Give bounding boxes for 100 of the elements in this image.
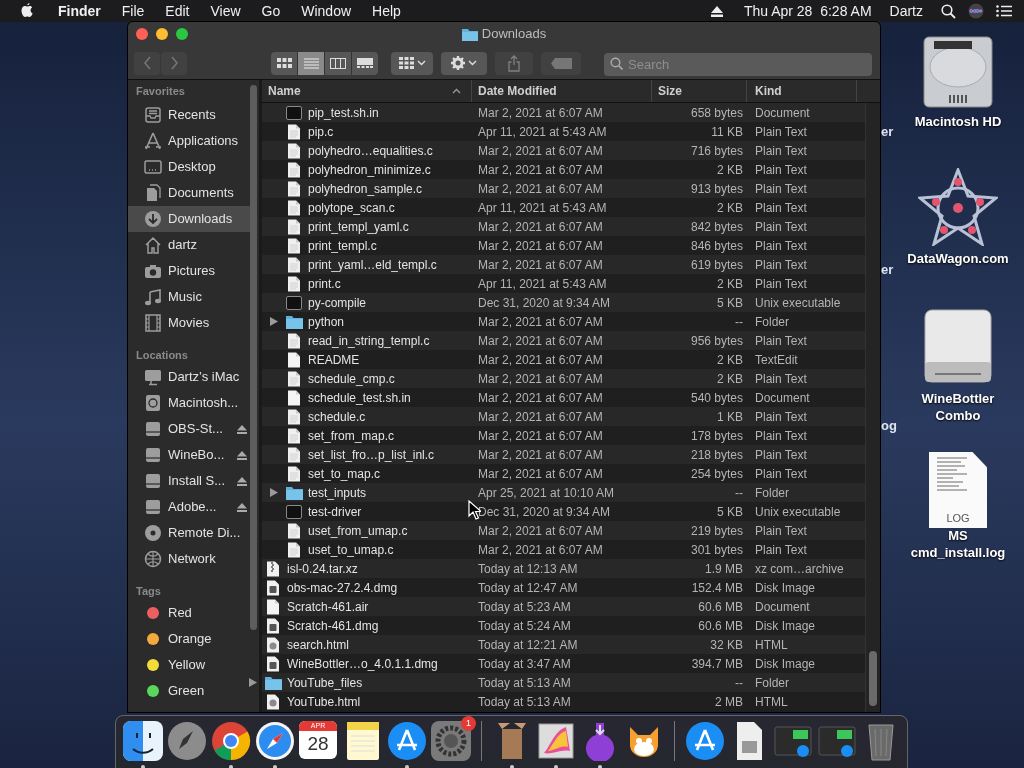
- file-size: 2 KB: [717, 352, 743, 367]
- tag-dot: [144, 630, 162, 648]
- menu-item[interactable]: Finder: [58, 0, 101, 22]
- icon-view-button[interactable]: [271, 51, 297, 75]
- file-name: print_templ.c: [308, 237, 377, 255]
- sidebar-item[interactable]: dartz: [128, 232, 259, 258]
- file-row[interactable]: Scratch-461.air Today at 5:23 AM 60.6 MB Document: [262, 597, 865, 616]
- drive-icon: [144, 472, 162, 490]
- file-row[interactable]: uset_from_umap.c Mar 2, 2021 at 6:07 AM 219 bytes Plain Text: [262, 521, 865, 540]
- user-name[interactable]: Dartz: [889, 0, 923, 22]
- menu-item[interactable]: Go: [261, 0, 281, 22]
- share-icon: [508, 54, 520, 72]
- sidebar-item[interactable]: Adobe...: [128, 494, 259, 520]
- desktop-icon-label[interactable]: WineBottler Combo: [903, 390, 1013, 424]
- tray-icon: [144, 106, 162, 124]
- sidebar-item[interactable]: Recents: [128, 102, 259, 128]
- file-row[interactable]: schedule_cmp.c Mar 2, 2021 at 6:07 AM 2 KB Plain Text: [262, 369, 865, 388]
- minimize-button[interactable]: [156, 28, 168, 40]
- clock[interactable]: Thu Apr 28 6:28 AM: [743, 0, 872, 22]
- eject-icon[interactable]: [237, 476, 247, 486]
- file-row[interactable]: print_yaml…eld_templ.c Mar 2, 2021 at 6:07 AM 619 bytes Plain Text: [262, 255, 865, 274]
- sidebar-item[interactable]: Movies: [128, 310, 259, 336]
- sidebar-item[interactable]: Music: [128, 284, 259, 310]
- date-modified: Today at 3:47 AM: [478, 656, 571, 671]
- action-menu-button[interactable]: [441, 51, 487, 75]
- compass-icon[interactable]: [255, 721, 295, 761]
- eject-icon[interactable]: [237, 424, 247, 434]
- file-row[interactable]: schedule.c Mar 2, 2021 at 6:07 AM 1 KB Plain Text: [262, 407, 865, 426]
- sidebar-item[interactable]: WineBo...: [128, 442, 259, 468]
- file-row[interactable]: read_in_string_templ.c Mar 2, 2021 at 6:07 AM 956 bytes Plain Text: [262, 331, 865, 350]
- desktop-icon-label[interactable]: MS cmd_install.log: [903, 527, 1013, 561]
- rainbow-cube-icon[interactable]: [536, 721, 576, 761]
- scrollbar-thumb[interactable]: [250, 85, 257, 630]
- letter-a-circle-icon[interactable]: [387, 721, 427, 761]
- menu-item[interactable]: Help: [372, 0, 401, 22]
- text-file-icon: [287, 408, 301, 425]
- menu-item[interactable]: View: [210, 0, 241, 22]
- search-icon[interactable]: [941, 3, 956, 19]
- group-button[interactable]: [391, 51, 433, 75]
- letter-a-circle-icon[interactable]: [685, 721, 725, 761]
- desktop-icon-label[interactable]: DataWagon.com: [903, 250, 1013, 267]
- file-kind: Plain Text: [755, 219, 807, 234]
- disclosure-triangle[interactable]: [249, 678, 257, 687]
- desktop-icon-label[interactable]: Macintosh HD: [903, 113, 1013, 130]
- eject-icon[interactable]: [710, 5, 723, 17]
- sidebar-item[interactable]: Pictures: [128, 258, 259, 284]
- sidebar-item[interactable]: Install S...: [128, 468, 259, 494]
- sidebar-item[interactable]: Desktop: [128, 154, 259, 180]
- apple-logo-icon[interactable]: [20, 3, 34, 19]
- text-file-icon: [287, 199, 301, 216]
- sidebar-item[interactable]: Network: [128, 546, 259, 572]
- menu-item[interactable]: Edit: [165, 0, 190, 22]
- list-icon[interactable]: [996, 5, 1012, 17]
- sidebar-item[interactable]: Downloads: [128, 206, 252, 232]
- menu-item[interactable]: File: [121, 0, 145, 22]
- zoom-button[interactable]: [176, 28, 188, 40]
- sidebar-item[interactable]: Green: [128, 678, 259, 704]
- menu-item[interactable]: Window: [301, 0, 352, 22]
- sidebar-item[interactable]: Dartz’s iMac: [128, 364, 259, 390]
- column-header[interactable]: Kind: [747, 80, 857, 102]
- file-row[interactable]: test_inputs Apr 25, 2021 at 10:10 AM -- Folder: [262, 483, 865, 502]
- sidebar-item[interactable]: Applications: [128, 128, 259, 154]
- smiling-face-icon[interactable]: [123, 721, 163, 761]
- file-row[interactable]: set_list_fro…p_list_inl.c Mar 2, 2021 at 6:07 AM 218 bytes Plain Text: [262, 445, 865, 464]
- file-row[interactable]: polyhedro…equalities.c Mar 2, 2021 at 6:07 AM 716 bytes Plain Text: [262, 141, 865, 160]
- column-header[interactable]: Name: [262, 80, 472, 102]
- file-name: read_in_string_templ.c: [308, 332, 430, 350]
- file-row[interactable]: print_templ_yaml.c Mar 2, 2021 at 6:07 AM 842 bytes Plain Text: [262, 217, 865, 236]
- sidebar-item[interactable]: Documents: [128, 180, 259, 206]
- file-row[interactable]: pip_test.sh.in Mar 2, 2021 at 6:07 AM 658 bytes Document: [262, 103, 865, 122]
- column-header[interactable]: Size: [652, 80, 747, 102]
- eject-icon[interactable]: [237, 502, 247, 512]
- file-row[interactable]: isl-0.24.tar.xz Today at 12:13 AM 1.9 MB xz com…archive: [262, 559, 865, 578]
- sidebar-item[interactable]: Orange: [128, 626, 259, 652]
- disclosure-triangle[interactable]: [270, 488, 278, 497]
- file-name: py-compile: [308, 294, 367, 312]
- disclosure-triangle[interactable]: [270, 317, 278, 326]
- file-row[interactable]: polyhedron_sample.c Mar 2, 2021 at 6:07 AM 913 bytes Plain Text: [262, 179, 865, 198]
- sidebar-item[interactable]: Macintosh...: [128, 390, 259, 416]
- file-kind: Unix executable: [755, 295, 841, 310]
- list-view-button[interactable]: [298, 51, 324, 75]
- sidebar-item[interactable]: Red: [128, 600, 259, 626]
- scrollbar-thumb[interactable]: [869, 651, 877, 706]
- tricolor-circle-icon[interactable]: [211, 721, 251, 761]
- gallery-view-button[interactable]: [352, 51, 378, 75]
- close-button[interactable]: [136, 28, 148, 40]
- column-view-button[interactable]: [325, 51, 351, 75]
- sidebar-item[interactable]: Yellow: [128, 652, 259, 678]
- text-file-icon: [287, 275, 301, 292]
- file-row[interactable]: search.html Today at 12:21 AM 32 KB HTML: [262, 635, 865, 654]
- column-header[interactable]: Date Modified: [472, 80, 652, 102]
- text-file-icon: [287, 256, 301, 273]
- file-row[interactable]: py-compile Dec 31, 2020 at 9:34 AM 5 KB Unix executable: [262, 293, 865, 312]
- sidebar-item[interactable]: Remote Di...: [128, 520, 259, 546]
- sidebar-item[interactable]: OBS-St...: [128, 416, 259, 442]
- hard-drive-icon: [920, 35, 996, 109]
- file-name: uset_to_umap.c: [308, 541, 394, 559]
- date-modified: Mar 2, 2021 at 6:07 AM: [478, 238, 603, 253]
- eject-icon[interactable]: [237, 450, 247, 460]
- orb-icon[interactable]: [968, 3, 984, 19]
